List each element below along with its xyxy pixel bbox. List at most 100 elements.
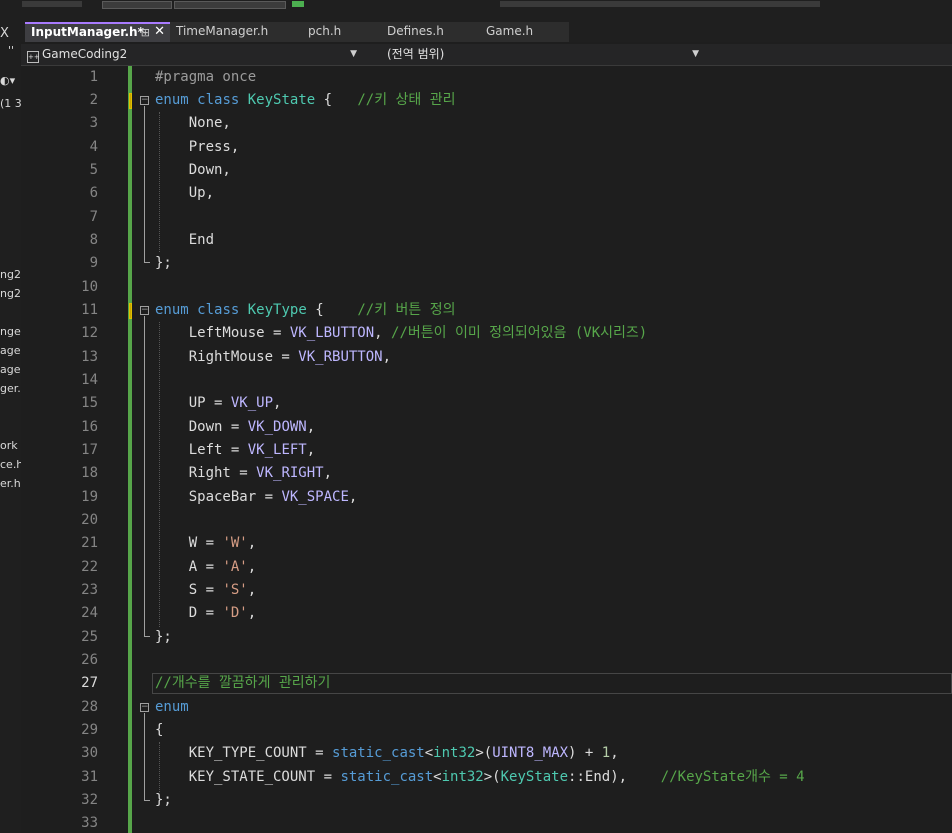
code-line-6[interactable]: Up, <box>155 182 214 205</box>
panel-item[interactable]: ng2 <box>0 287 21 300</box>
scope-dropdown[interactable]: (전역 범위) ▼ <box>365 45 705 63</box>
tab-label: pch.h <box>308 24 342 38</box>
code-line-21[interactable]: W = 'W', <box>155 532 256 555</box>
panel-item[interactable]: ork <box>0 439 18 452</box>
close-icon[interactable]: X <box>0 26 9 41</box>
enum-member: UP = <box>188 395 231 411</box>
line-number: 23 <box>81 582 98 598</box>
code-line-19[interactable]: SpaceBar = VK_SPACE, <box>155 486 358 509</box>
start-debug-button[interactable] <box>292 1 304 7</box>
toolbar <box>0 0 952 22</box>
line-number: 12 <box>81 325 98 341</box>
chevron-down-icon[interactable]: ▼ <box>350 45 357 63</box>
comment: //개수를 깔끔하게 관리하기 <box>155 675 331 691</box>
punctuation: ) + <box>568 745 602 761</box>
tab-defines[interactable]: Defines.h <box>381 22 481 42</box>
code-line-12[interactable]: LeftMouse = VK_LBUTTON, //버튼이 이미 정의되어있음 … <box>155 322 648 345</box>
separator: , <box>610 745 619 761</box>
project-dropdown[interactable]: ++ GameCoding2 ▼ <box>23 45 363 63</box>
code-line-17[interactable]: Left = VK_LEFT, <box>155 439 315 462</box>
collapse-icon[interactable]: − <box>140 96 149 105</box>
code-line-25[interactable]: }; <box>155 626 172 649</box>
separator: , <box>374 325 392 341</box>
code-line-3[interactable]: None, <box>155 112 231 135</box>
code-line-5[interactable]: Down, <box>155 159 231 182</box>
line-number: 24 <box>81 605 98 621</box>
code-line-23[interactable]: S = 'S', <box>155 579 256 602</box>
code-line-22[interactable]: A = 'A', <box>155 556 256 579</box>
platform-dropdown[interactable] <box>174 1 286 9</box>
line-number: 13 <box>81 349 98 365</box>
configuration-dropdown[interactable] <box>102 1 172 9</box>
scope-name: (전역 범위) <box>387 47 445 61</box>
collapse-icon[interactable]: − <box>140 306 149 315</box>
separator: , <box>306 442 316 458</box>
chevron-down-icon[interactable]: ▼ <box>692 45 699 63</box>
tab-timemanager[interactable]: TimeManager.h <box>170 22 303 42</box>
tab-game[interactable]: Game.h <box>480 22 570 42</box>
code-line-8[interactable]: End <box>155 229 214 252</box>
macro: VK_LBUTTON <box>289 325 375 341</box>
code-line-16[interactable]: Down = VK_DOWN, <box>155 416 315 439</box>
enum-member: A = <box>188 559 223 575</box>
outline-end <box>144 636 150 637</box>
code-line-32[interactable]: }; <box>155 789 172 812</box>
panel-item[interactable]: ager. <box>0 363 21 376</box>
panel-item[interactable]: ager <box>0 344 21 357</box>
tab-inputmanager[interactable]: InputManager.h* ⊞ ✕ <box>25 22 171 42</box>
tab-pch[interactable]: pch.h <box>302 22 382 42</box>
panel-dropdown-icon[interactable]: ◐▾ <box>0 74 15 87</box>
keyword: enum <box>155 92 189 108</box>
closing-brace: }; <box>155 792 172 808</box>
toolbar-button-strip[interactable] <box>22 1 82 7</box>
line-number: 14 <box>81 372 98 388</box>
punctuation: < <box>424 745 434 761</box>
code-line-9[interactable]: }; <box>155 252 172 275</box>
punctuation: < <box>433 769 442 785</box>
code-line-24[interactable]: D = 'D', <box>155 602 256 625</box>
panel-item[interactable]: nger <box>0 325 21 338</box>
char-literal: 'D' <box>222 605 248 621</box>
unsaved-change-marker <box>129 93 132 109</box>
pin-icon[interactable]: ⊞ <box>141 25 150 41</box>
code-line-27[interactable]: //개수를 깔끔하게 관리하기 <box>155 672 330 695</box>
keyword: class <box>197 92 240 108</box>
code-line-31[interactable]: KEY_STATE_COUNT = static_cast<int32>(Key… <box>155 766 805 789</box>
code-line-29[interactable]: { <box>155 719 163 742</box>
line-number: 32 <box>81 792 98 808</box>
code-line-2[interactable]: enum class KeyState { //키 상태 관리 <box>155 89 455 112</box>
macro: VK_LEFT <box>247 442 307 458</box>
line-number: 31 <box>81 769 98 785</box>
code-editor[interactable]: − − − 1 2 3 4 5 6 7 8 9 10 11 12 13 14 1… <box>21 66 952 833</box>
panel-item[interactable]: ce.h <box>0 458 21 471</box>
opening-brace: { <box>155 722 164 738</box>
line-number: 15 <box>81 395 98 411</box>
line-number: 30 <box>81 745 98 761</box>
type-name: KeyType <box>247 302 307 318</box>
panel-item[interactable]: ng2 <box>0 268 21 281</box>
type-name: int32 <box>441 769 484 785</box>
toolbar-icons[interactable] <box>500 1 820 7</box>
document-tab-bar: InputManager.h* ⊞ ✕ TimeManager.h pch.h … <box>21 22 952 42</box>
collapse-icon[interactable]: − <box>140 703 149 712</box>
code-line-15[interactable]: UP = VK_UP, <box>155 392 282 415</box>
close-tab-icon[interactable]: ✕ <box>154 24 165 40</box>
enum-member: KEY_STATE_COUNT = <box>188 769 341 785</box>
scope-operator: :: <box>568 769 585 785</box>
line-number: 16 <box>81 419 98 435</box>
code-line-18[interactable]: Right = VK_RIGHT, <box>155 462 332 485</box>
keyword: static_cast <box>340 769 434 785</box>
code-line-4[interactable]: Press, <box>155 136 240 159</box>
panel-item[interactable]: (1 3 <box>0 97 21 110</box>
code-line-1[interactable]: #pragma once <box>155 66 256 89</box>
code-line-13[interactable]: RightMouse = VK_RBUTTON, <box>155 346 391 369</box>
line-number: 1 <box>89 69 98 85</box>
keyword: enum <box>155 699 189 715</box>
code-line-11[interactable]: enum class KeyType { //키 버튼 정의 <box>155 299 455 322</box>
code-line-28[interactable]: enum <box>155 696 189 719</box>
code-line-30[interactable]: KEY_TYPE_COUNT = static_cast<int32>(UINT… <box>155 742 619 765</box>
panel-item[interactable]: er.h <box>0 477 21 490</box>
panel-item[interactable]: ger. <box>0 382 21 395</box>
enum-member: KEY_TYPE_COUNT = <box>188 745 333 761</box>
line-number: 4 <box>89 139 98 155</box>
